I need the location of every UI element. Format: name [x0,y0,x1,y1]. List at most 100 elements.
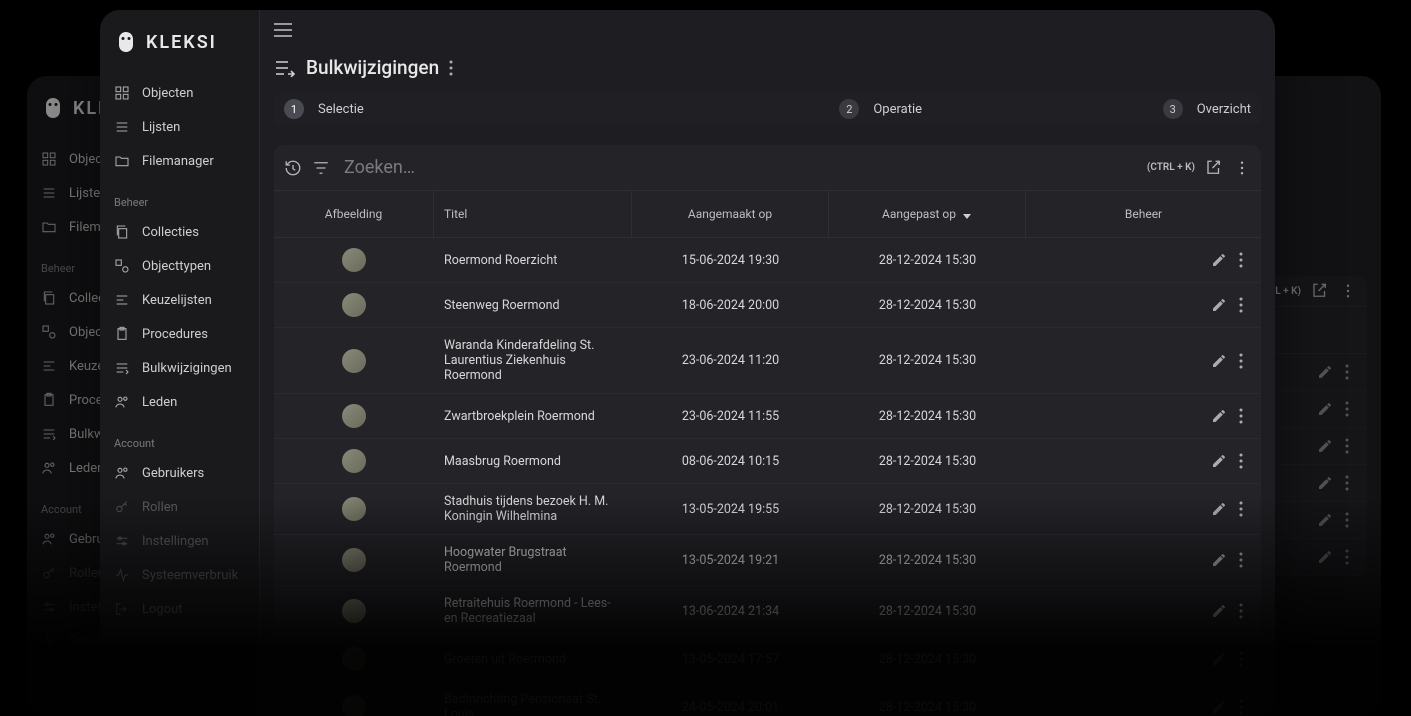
sidebar: KLEKSI ObjectenLijstenFilemanager Beheer… [100,10,260,716]
data-table: (CTRL + K) Afbeelding Titel Aangemaakt o… [274,145,1261,716]
nav-label: Bulkwijzigingen [142,361,232,376]
edit-icon[interactable] [1211,699,1227,715]
cell-modified: 28-12-2024 15:30 [829,238,1026,282]
row-more-icon[interactable] [1239,651,1243,667]
row-more-icon[interactable] [1239,453,1243,469]
edit-icon[interactable] [1211,453,1227,469]
table-row[interactable]: Maasbrug Roermond08-06-2024 10:1528-12-2… [274,439,1261,484]
nav-heading: Beheer [100,186,259,215]
sidebar-item-bulkwijzigingen[interactable]: Bulkwijzigingen [100,351,259,385]
sidebar-item-procedures[interactable]: Procedures [100,317,259,351]
cell-title: Zwartbroekplein Roermond [434,394,632,438]
edit-icon[interactable] [1211,353,1227,369]
row-more-icon[interactable] [1239,408,1243,424]
row-more-icon[interactable] [1345,475,1349,491]
list-icon [114,119,130,135]
row-more-icon[interactable] [1345,512,1349,528]
key-icon [41,565,57,581]
step-selectie[interactable]: 1 Selectie [274,93,603,125]
clipboard-icon [114,326,130,342]
row-more-icon[interactable] [1239,699,1243,715]
filter-icon[interactable] [312,159,330,177]
table-row[interactable]: Badinrichting Pensionaat St. Louis24-05-… [274,682,1261,716]
sidebar-item-filemanager[interactable]: Filemanager [100,144,259,178]
row-more-icon[interactable] [1345,401,1349,417]
edit-icon[interactable] [1211,408,1227,424]
row-more-icon[interactable] [1345,438,1349,454]
sidebar-item-leden[interactable]: Leden [100,385,259,419]
topbar [260,10,1275,50]
cell-title: Badinrichting Pensionaat St. Louis [434,682,632,716]
sidebar-item-gebruikers[interactable]: Gebruikers [100,456,259,490]
edit-icon[interactable] [1211,603,1227,619]
list-icon [41,185,57,201]
table-row[interactable]: Groeten uit Roermond13-05-2024 17:5728-1… [274,637,1261,682]
col-created[interactable]: Aangemaakt op [632,191,829,237]
thumbnail [342,497,366,521]
edit-icon[interactable] [1317,512,1333,528]
search-input[interactable] [340,151,1137,184]
row-more-icon[interactable] [1239,603,1243,619]
nav-account: AccountGebruikersRollenInstellingenSyste… [100,423,259,630]
sidebar-item-instellingen[interactable]: Instellingen [100,524,259,558]
sidebar-item-objecten[interactable]: Objecten [100,76,259,110]
more-icon[interactable] [1339,282,1357,300]
edit-icon[interactable] [1211,501,1227,517]
owl-icon [114,30,138,54]
table-row[interactable]: Roermond Roerzicht15-06-2024 19:3028-12-… [274,238,1261,283]
sidebar-item-collecties[interactable]: Collecties [100,215,259,249]
more-icon[interactable] [1233,159,1251,177]
new-icon[interactable] [1311,282,1329,300]
cell-actions [1026,439,1261,483]
history-icon[interactable] [284,159,302,177]
step-operatie[interactable]: 2 Operatie [603,93,932,125]
edit-icon[interactable] [1317,401,1333,417]
row-more-icon[interactable] [1239,353,1243,369]
cell-image [274,238,434,282]
col-title[interactable]: Titel [434,191,632,237]
edit-icon[interactable] [1317,438,1333,454]
step-overzicht[interactable]: 3 Overzicht [932,93,1261,125]
edit-icon[interactable] [1211,552,1227,568]
page-more-icon[interactable] [449,60,453,76]
sidebar-item-keuzelijsten[interactable]: Keuzelijsten [100,283,259,317]
new-item-icon[interactable] [1205,159,1223,177]
row-more-icon[interactable] [1345,549,1349,565]
edit-icon[interactable] [1211,651,1227,667]
edit-icon[interactable] [1317,549,1333,565]
row-more-icon[interactable] [1239,501,1243,517]
table-row[interactable]: Steenweg Roermond18-06-2024 20:0028-12-2… [274,283,1261,328]
cell-modified: 28-12-2024 15:30 [829,394,1026,438]
sidebar-item-logout[interactable]: Logout [100,592,259,626]
col-image[interactable]: Afbeelding [274,191,434,237]
row-more-icon[interactable] [1239,252,1243,268]
edit-icon[interactable] [1211,252,1227,268]
folder-icon [114,153,130,169]
table-row[interactable]: Zwartbroekplein Roermond23-06-2024 11:55… [274,394,1261,439]
edit-icon[interactable] [1317,364,1333,380]
copy-icon [41,290,57,306]
nav-label: Rollen [142,500,178,515]
sidebar-item-rollen[interactable]: Rollen [100,490,259,524]
table-row[interactable]: Waranda Kinderafdeling St. Laurentius Zi… [274,328,1261,394]
hamburger-icon[interactable] [274,23,292,37]
edit-icon[interactable] [1317,475,1333,491]
table-row[interactable]: Retraitehuis Roermond - Lees- en Recreat… [274,586,1261,637]
cell-created: 24-05-2024 20:01 [632,682,829,716]
row-more-icon[interactable] [1239,552,1243,568]
cell-actions [1026,586,1261,636]
edit-icon[interactable] [1211,297,1227,313]
cell-actions [1026,484,1261,534]
sliders-icon [41,599,57,615]
cell-image [274,586,434,636]
table-row[interactable]: Hoogwater Brugstraat Roermond13-05-2024 … [274,535,1261,586]
col-modified[interactable]: Aangepast op [829,191,1026,237]
table-row[interactable]: Stadhuis tijdens bezoek H. M. Koningin W… [274,484,1261,535]
thumbnail [342,248,366,272]
app-logo[interactable]: KLEKSI [100,22,259,72]
sidebar-item-objecttypen[interactable]: Objecttypen [100,249,259,283]
row-more-icon[interactable] [1239,297,1243,313]
sidebar-item-systeemverbruik[interactable]: Systeemverbruik [100,558,259,592]
row-more-icon[interactable] [1345,364,1349,380]
sidebar-item-lijsten[interactable]: Lijsten [100,110,259,144]
